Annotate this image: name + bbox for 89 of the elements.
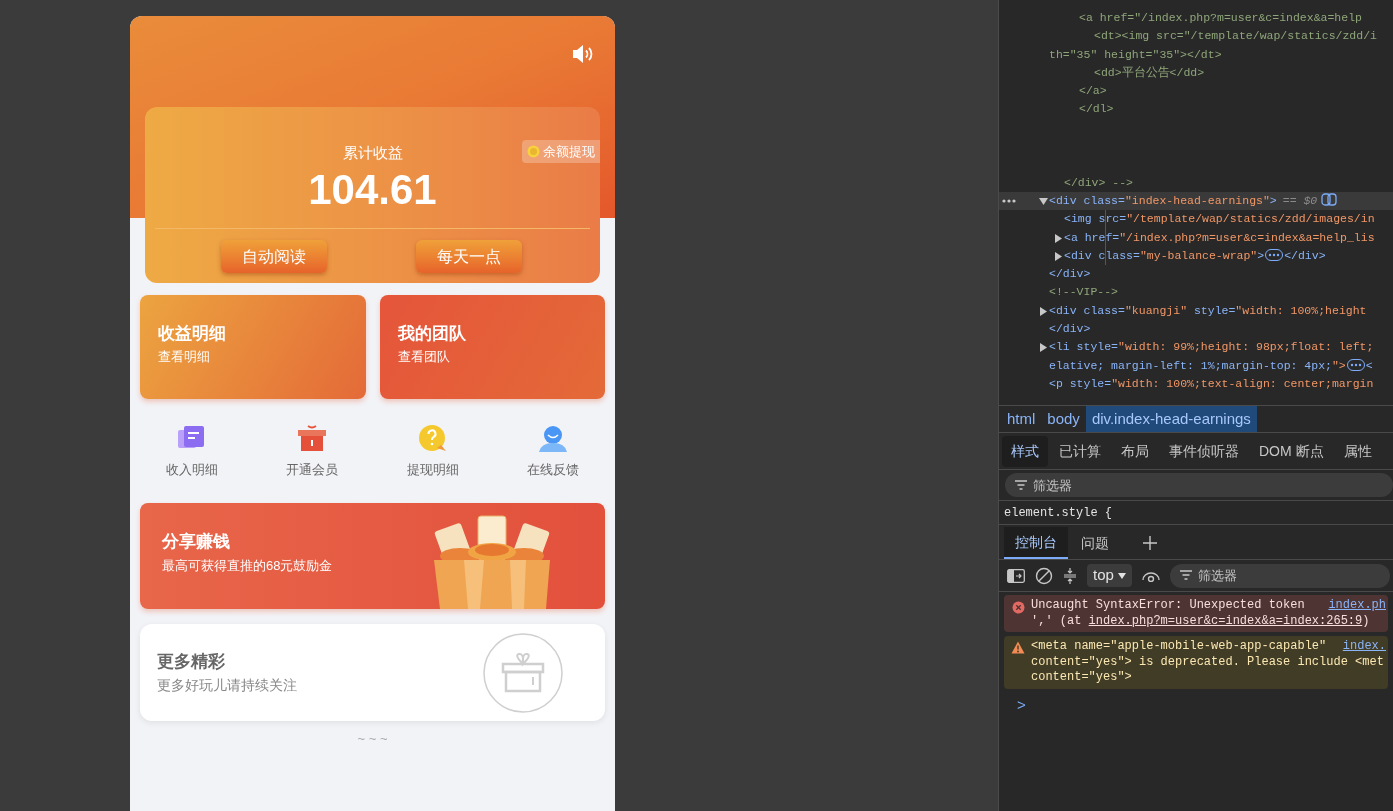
code-line: <!--VIP--> xyxy=(1049,285,1118,299)
code-line: <li style="width: 99%;height: 98px;float: left; xyxy=(1049,340,1374,354)
footer-mark: ~ ~ ~ xyxy=(357,731,388,747)
panel-tab[interactable]: 样式 xyxy=(1002,435,1048,467)
message-text: <meta name="apple-mobile-web-app-capable" xyxy=(1031,639,1327,655)
coin-icon xyxy=(527,145,540,158)
feature-card[interactable]: 我的团队 查看团队 xyxy=(379,295,605,399)
console-prompt[interactable]: > xyxy=(1017,695,1026,713)
code-line: <img src="/template/wap/statics/zdd/images/in xyxy=(1064,212,1375,226)
share-banner[interactable]: 分享赚钱 最高可获得直推的68元鼓励金 xyxy=(140,503,605,609)
earnings-label: 累计收益 xyxy=(342,143,403,163)
code-line: </div> xyxy=(1284,248,1326,262)
card-title: 更多精彩 xyxy=(157,651,226,673)
message-text: content="yes"> is deprecated. Please include <met xyxy=(1031,654,1384,670)
code-line: <div class="my-balance-wrap"> xyxy=(1064,248,1265,262)
code-line: <a href="/index.php?m=user&c=index&a=help xyxy=(1079,11,1362,24)
collapsed-triangle-icon[interactable] xyxy=(1039,343,1048,353)
breadcrumb-item[interactable]: body xyxy=(1041,406,1086,432)
card-subtitle: 更多好玩儿请持续关注 xyxy=(157,676,298,695)
banner-subtitle: 最高可获得直推的68元鼓励金 xyxy=(162,557,334,575)
shortcut-item[interactable]: 开通会员 xyxy=(252,423,373,479)
panel-tab[interactable]: 布局 xyxy=(1112,435,1158,467)
node-reference: == $0 xyxy=(1282,193,1318,207)
card-title: 我的团队 xyxy=(397,323,467,345)
code-line: </a> xyxy=(1079,84,1107,98)
gift-box-icon xyxy=(296,423,329,453)
more-card[interactable]: 更多精彩 更多好玩儿请持续关注 xyxy=(140,624,605,721)
collapsed-triangle-icon[interactable] xyxy=(1054,233,1063,243)
ellipsis-icon[interactable] xyxy=(1265,248,1284,261)
collapse-icon[interactable] xyxy=(1063,566,1077,585)
card-subtitle: 查看明细 xyxy=(158,348,211,366)
panel-tab[interactable]: DOM 断点 xyxy=(1250,435,1333,467)
breadcrumb-item[interactable]: div.index-head-earnings xyxy=(1085,406,1257,432)
panel-tab[interactable]: 事件侦听器 xyxy=(1160,435,1248,467)
caret-icon xyxy=(1117,572,1126,579)
code-line: <div class="kuangji" style="width: 100%;height xyxy=(1049,303,1367,317)
code-line: <a href="/index.php?m=user&c=index&a=help_lis xyxy=(1064,230,1375,244)
gift-icon xyxy=(483,633,563,713)
person-icon xyxy=(536,423,569,453)
selected-row[interactable]: <div class="index-head-earnings"> == $0 xyxy=(999,191,1393,211)
sidebar-icon[interactable] xyxy=(1007,568,1025,583)
code-line: </div> xyxy=(1049,322,1091,336)
speaker-icon[interactable] xyxy=(571,43,595,65)
card-title: 收益明细 xyxy=(158,323,227,345)
expanded-triangle-icon[interactable] xyxy=(1039,196,1048,206)
context-dropdown[interactable]: top xyxy=(1087,564,1132,587)
clear-icon[interactable] xyxy=(1035,566,1053,585)
code-line: < xyxy=(1365,358,1373,372)
ellipsis-icon[interactable] xyxy=(1346,358,1365,371)
filter-icon xyxy=(1179,570,1192,581)
ai-assist-icon[interactable] xyxy=(1321,192,1338,206)
drawer-tab[interactable]: 控制台 xyxy=(1004,527,1068,559)
code-line: <p style="width: 100%;text-align: center;margin xyxy=(1049,376,1374,390)
code-line: </div> --> xyxy=(1064,175,1133,189)
warning-icon xyxy=(1011,641,1025,654)
panel-tab[interactable]: 属性 xyxy=(1334,435,1381,467)
message-text: Uncaught SyntaxError: Unexpected token xyxy=(1031,598,1305,614)
code-line: <dt><img src="/template/wap/statics/zdd/i xyxy=(1094,29,1377,43)
banner-title: 分享赚钱 xyxy=(162,531,231,553)
message-text: ',' (at index.php?m=user&c=index&a=index:265:9) xyxy=(1031,613,1370,629)
filter-icon xyxy=(1015,479,1027,490)
eye-icon[interactable] xyxy=(1141,569,1160,582)
filter-field[interactable]: 筛选器 xyxy=(1169,563,1390,588)
code-line: </div> xyxy=(1049,267,1091,281)
question-bubble-icon xyxy=(416,423,449,453)
message-text: content="yes"> xyxy=(1031,670,1132,686)
source-link[interactable]: index.php?m=user&c=index&a=index:265:9 xyxy=(1088,613,1363,628)
drawer-tab[interactable]: 问题 xyxy=(1070,527,1120,559)
card-subtitle: 查看团队 xyxy=(397,348,451,366)
earnings-amount: 104.61 xyxy=(308,167,437,213)
style-rule: element.style { xyxy=(1004,504,1113,522)
add-icon[interactable] xyxy=(1142,535,1158,551)
panel-tab[interactable]: 已计算 xyxy=(1050,435,1110,467)
collapsed-triangle-icon[interactable] xyxy=(1039,306,1048,316)
more-icon[interactable] xyxy=(1002,198,1016,203)
code-line: elative; margin-left: 1%;margin-top: 4px;"> xyxy=(1049,358,1346,372)
filter-field[interactable]: 筛选器 xyxy=(1005,473,1393,498)
code-line: <dd>平台公告</dd> xyxy=(1094,65,1205,79)
code-line: <div class="index-head-earnings"> xyxy=(1049,193,1277,207)
source-link[interactable]: index.ph xyxy=(1328,598,1386,614)
shortcut-item[interactable]: 收入明细 xyxy=(132,423,253,479)
code-line: </dl> xyxy=(1079,102,1114,116)
collapsed-triangle-icon[interactable] xyxy=(1054,251,1063,261)
source-link[interactable]: index. xyxy=(1342,639,1386,655)
code-line: th="35" height="35"></dt> xyxy=(1049,47,1222,61)
error-icon xyxy=(1012,601,1025,614)
breadcrumb-item[interactable]: html xyxy=(1001,406,1042,432)
shortcut-item[interactable]: 在线反馈 xyxy=(492,423,613,479)
shortcut-item[interactable]: 提现明细 xyxy=(372,423,493,479)
